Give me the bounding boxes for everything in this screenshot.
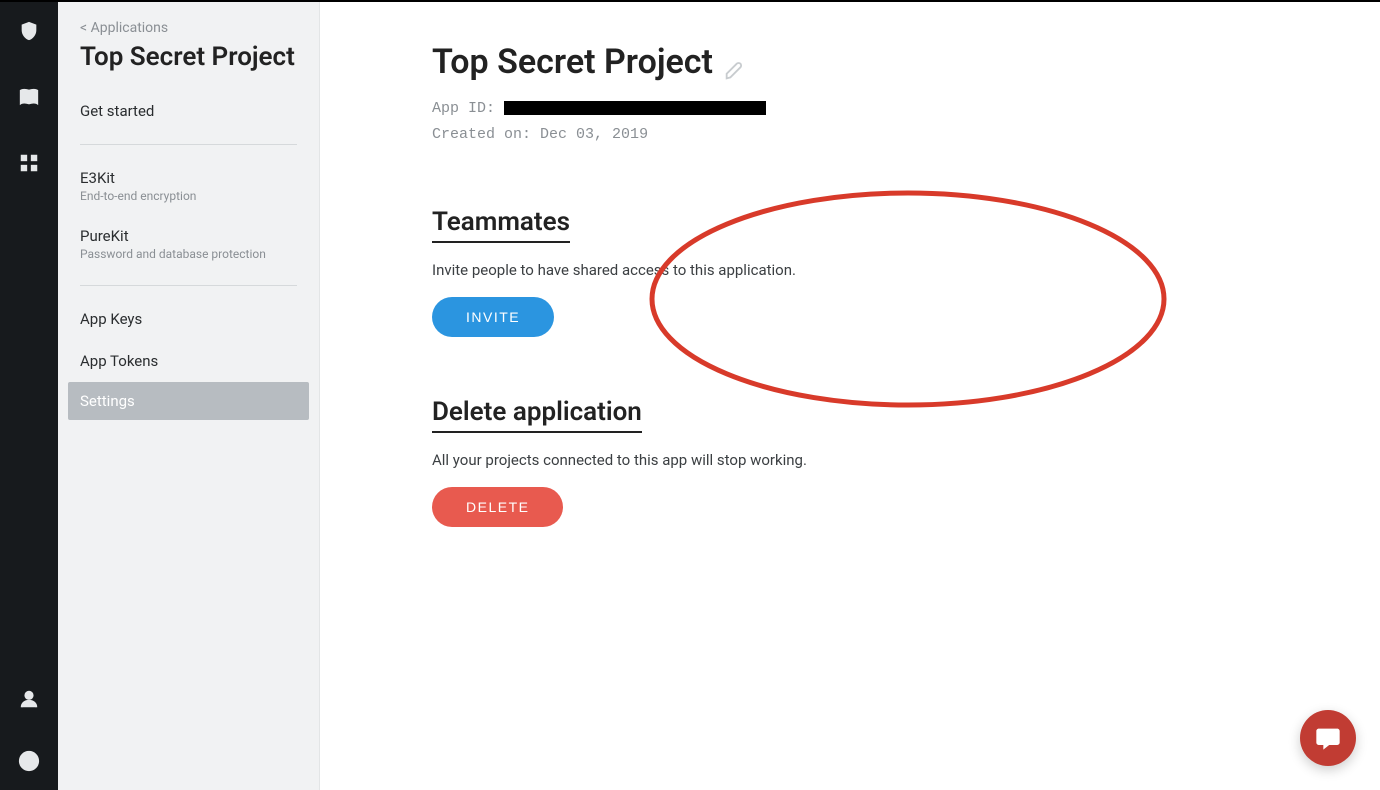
subnav-item-label: Get started xyxy=(80,102,297,120)
main-content: Top Secret Project App ID: Created on: D… xyxy=(320,2,1380,790)
subnav-item-settings[interactable]: Settings xyxy=(68,382,309,420)
created-on-value: Dec 03, 2019 xyxy=(540,126,648,143)
subnav-item-e3kit[interactable]: E3Kit End-to-end encryption xyxy=(58,157,319,215)
subnav-title: Top Secret Project xyxy=(58,42,319,90)
subnav-item-sublabel: End-to-end encryption xyxy=(80,189,297,203)
divider xyxy=(80,144,297,145)
subnav: < Applications Top Secret Project Get st… xyxy=(58,2,320,790)
user-icon[interactable] xyxy=(18,688,40,710)
delete-heading: Delete application xyxy=(432,397,642,433)
subnav-item-app-tokens[interactable]: App Tokens xyxy=(58,340,319,382)
subnav-item-label: App Tokens xyxy=(80,352,297,370)
delete-desc: All your projects connected to this app … xyxy=(432,451,1380,469)
created-on-label: Created on: xyxy=(432,126,531,143)
project-meta: App ID: Created on: Dec 03, 2019 xyxy=(432,96,1380,147)
app-id-label: App ID: xyxy=(432,100,495,117)
divider xyxy=(80,285,297,286)
subnav-item-label: App Keys xyxy=(80,310,297,328)
subnav-item-label: PureKit xyxy=(80,227,297,245)
subnav-item-purekit[interactable]: PureKit Password and database protection xyxy=(58,215,319,273)
teammates-desc: Invite people to have shared access to t… xyxy=(432,261,1380,279)
app-id-value-redacted xyxy=(504,101,766,115)
subnav-item-label: E3Kit xyxy=(80,169,297,187)
subnav-item-get-started[interactable]: Get started xyxy=(58,90,319,132)
delete-button[interactable]: DELETE xyxy=(432,487,563,527)
teammates-heading: Teammates xyxy=(432,207,570,243)
subnav-item-sublabel: Password and database protection xyxy=(80,247,297,261)
project-title: Top Secret Project xyxy=(432,42,713,82)
chat-widget[interactable] xyxy=(1300,710,1356,766)
teammates-section: Teammates Invite people to have shared a… xyxy=(432,207,1380,337)
nav-rail xyxy=(0,2,58,790)
subnav-item-app-keys[interactable]: App Keys xyxy=(58,298,319,340)
delete-section: Delete application All your projects con… xyxy=(432,397,1380,527)
shield-icon[interactable] xyxy=(18,20,40,42)
invite-button[interactable]: INVITE xyxy=(432,297,554,337)
project-title-row: Top Secret Project xyxy=(432,42,745,82)
edit-icon[interactable] xyxy=(723,51,745,73)
back-link[interactable]: < Applications xyxy=(58,20,319,42)
grid-icon[interactable] xyxy=(18,152,40,174)
book-icon[interactable] xyxy=(18,86,40,108)
subnav-item-label: Settings xyxy=(80,392,297,410)
help-icon[interactable] xyxy=(18,750,40,772)
